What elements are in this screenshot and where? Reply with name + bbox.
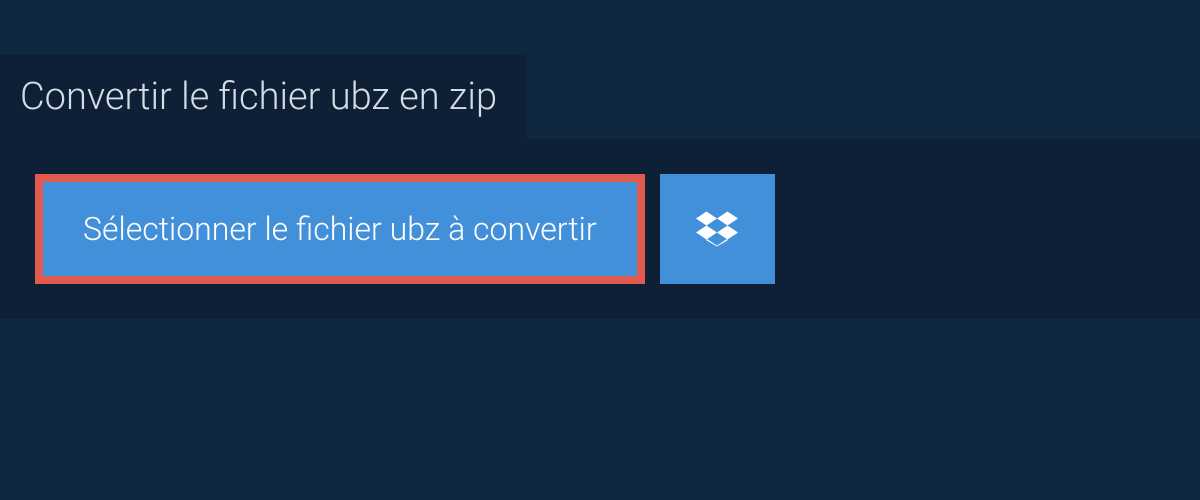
select-file-button[interactable]: Sélectionner le fichier ubz à convertir xyxy=(35,174,645,284)
dropbox-icon xyxy=(696,208,738,250)
dropbox-button[interactable] xyxy=(660,174,775,284)
select-file-label: Sélectionner le fichier ubz à convertir xyxy=(83,210,597,248)
tab-header: Convertir le fichier ubz en zip xyxy=(0,55,527,139)
action-panel: Sélectionner le fichier ubz à convertir xyxy=(0,139,1200,319)
page-title: Convertir le fichier ubz en zip xyxy=(20,75,497,119)
